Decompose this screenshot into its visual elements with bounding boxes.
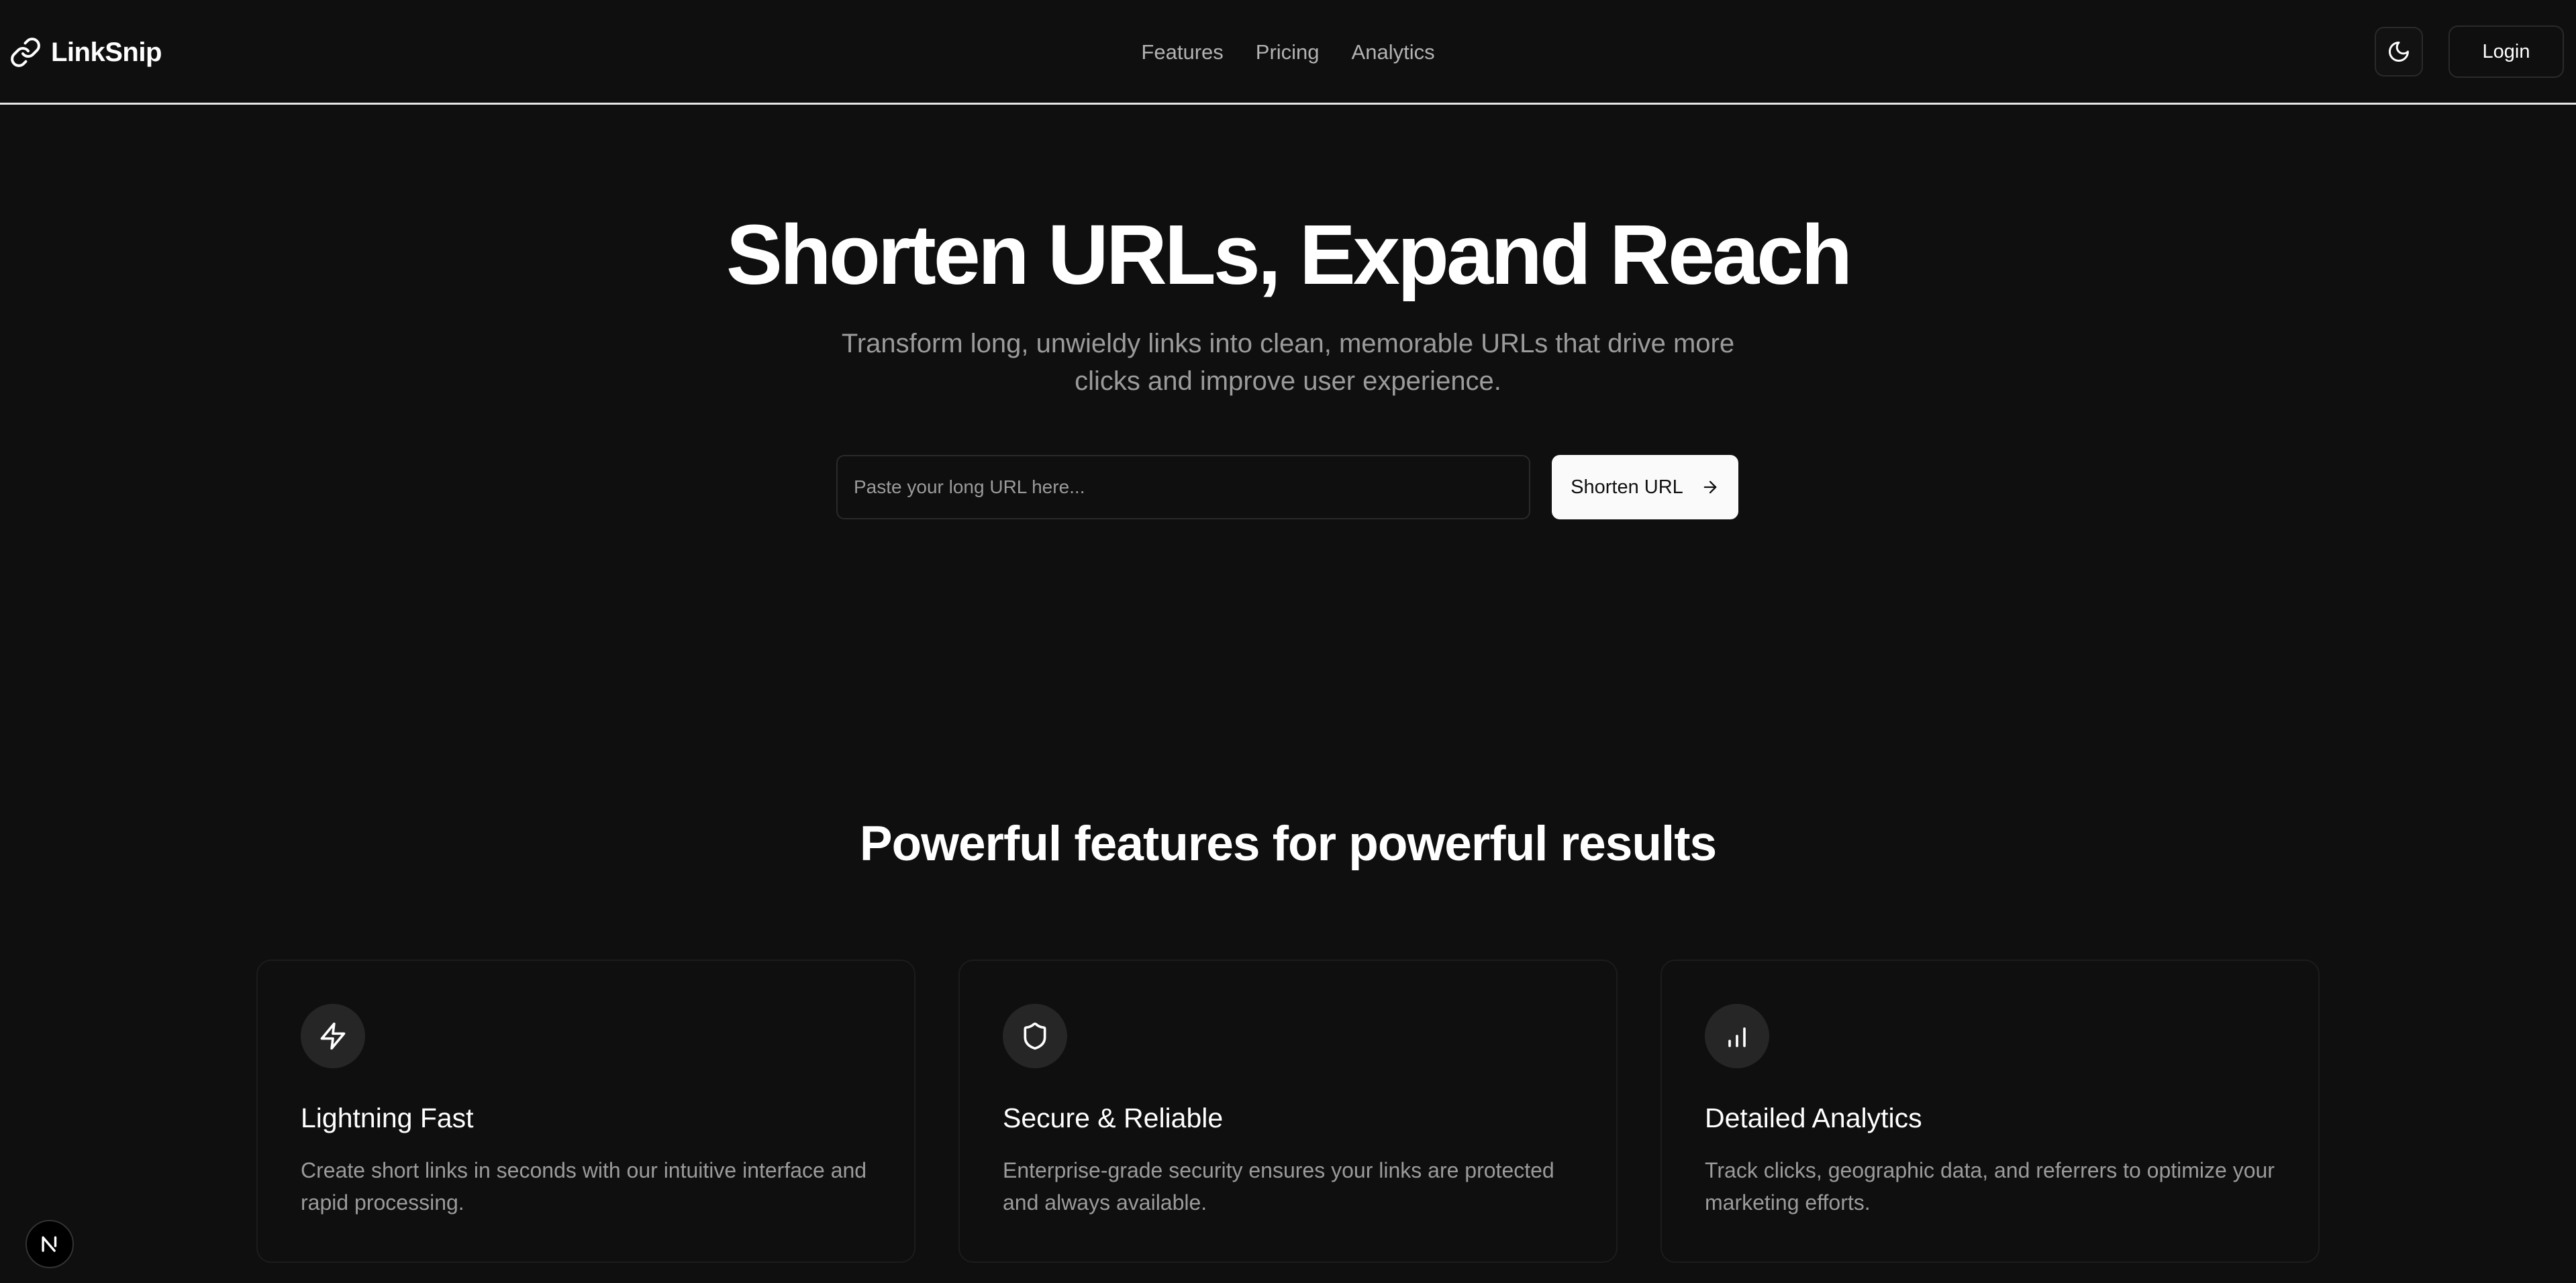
brand-name: LinkSnip: [51, 37, 162, 67]
nav-link-features[interactable]: Features: [1141, 34, 1223, 71]
shield-icon: [1003, 1004, 1067, 1068]
n-logo-badge[interactable]: [26, 1220, 74, 1268]
site-header: LinkSnip Features Pricing Analytics Logi…: [0, 0, 2576, 105]
bar-chart-icon: [1705, 1004, 1769, 1068]
feature-description: Track clicks, geographic data, and refer…: [1705, 1158, 2275, 1215]
nav-link-pricing[interactable]: Pricing: [1256, 34, 1320, 71]
feature-title: Secure & Reliable: [1003, 1102, 1224, 1133]
features-title: Powerful features for powerful results: [859, 817, 1717, 871]
feature-description: Create short links in seconds with our i…: [301, 1158, 867, 1215]
hero-title: Shorten URLs, Expand Reach: [726, 207, 1852, 302]
arrow-right-icon: [1701, 478, 1720, 497]
url-input[interactable]: [836, 455, 1530, 519]
shorten-button-label: Shorten URL: [1571, 476, 1683, 498]
brand-logo[interactable]: LinkSnip: [9, 32, 162, 72]
hero-subtitle: Transform long, unwieldy links into clea…: [841, 329, 1735, 396]
feature-description: Enterprise-grade security ensures your l…: [1003, 1158, 1554, 1215]
login-button[interactable]: Login: [2448, 25, 2564, 78]
lightning-icon: [301, 1004, 365, 1068]
feature-title: Lightning Fast: [301, 1102, 474, 1133]
shorten-url-button[interactable]: Shorten URL: [1552, 455, 1738, 519]
feature-title: Detailed Analytics: [1705, 1102, 1922, 1133]
nav-link-analytics[interactable]: Analytics: [1352, 34, 1435, 71]
feature-card-secure-reliable: Secure & Reliable Enterprise-grade secur…: [958, 960, 1618, 1263]
shorten-form: Shorten URL: [836, 455, 1738, 519]
main-nav: Features Pricing Analytics: [0, 34, 2576, 71]
feature-card-lightning-fast: Lightning Fast Create short links in sec…: [256, 960, 915, 1263]
moon-icon: [2387, 40, 2411, 64]
theme-toggle-button[interactable]: [2375, 27, 2423, 76]
feature-card-detailed-analytics: Detailed Analytics Track clicks, geograp…: [1661, 960, 2320, 1263]
link-icon: [9, 36, 42, 68]
n-logo-icon: [38, 1233, 61, 1255]
